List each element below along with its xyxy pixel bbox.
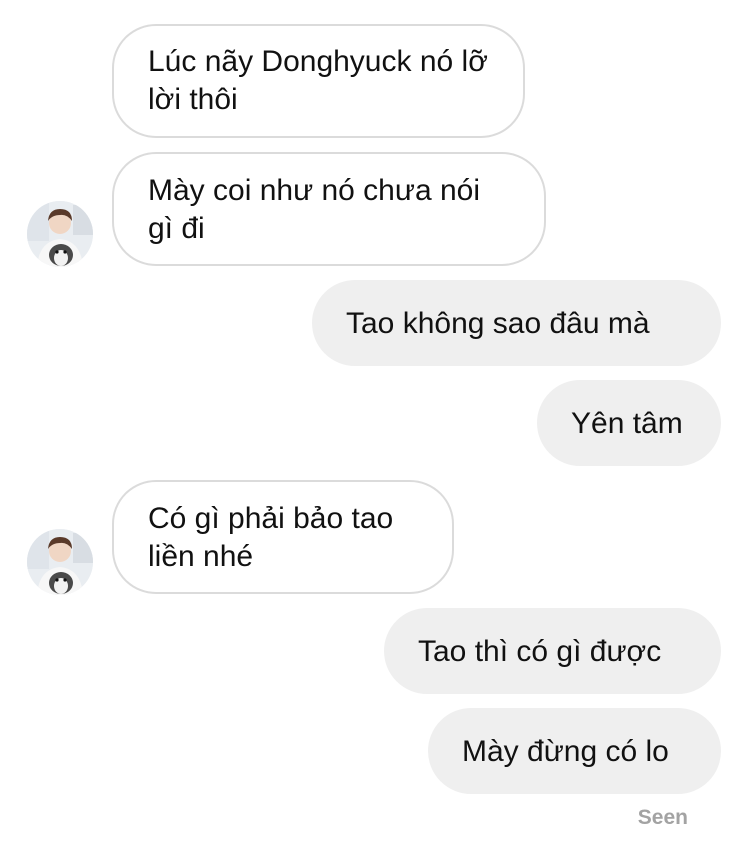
message-text: Mày coi như nó chưa nói gì đi bbox=[148, 174, 481, 245]
message-text: Yên tâm bbox=[571, 407, 683, 440]
contact-avatar[interactable] bbox=[27, 201, 93, 267]
avatar-image bbox=[27, 201, 93, 267]
avatar-image bbox=[27, 529, 93, 595]
message-text: Có gì phải bảo tao liền nhé bbox=[148, 502, 394, 573]
outgoing-message[interactable]: Yên tâm bbox=[537, 380, 721, 466]
message-text: Lúc nãy Donghyuck nó lỡ lời thôi bbox=[148, 45, 488, 116]
incoming-message[interactable]: Lúc nãy Donghyuck nó lỡ lời thôi bbox=[112, 24, 525, 138]
outgoing-message[interactable]: Mày đừng có lo bbox=[428, 708, 721, 794]
outgoing-message[interactable]: Tao không sao đâu mà bbox=[312, 280, 721, 366]
message-text: Mày đừng có lo bbox=[462, 735, 669, 768]
seen-indicator: Seen bbox=[637, 806, 688, 829]
incoming-message[interactable]: Có gì phải bảo tao liền nhé bbox=[112, 480, 454, 594]
contact-avatar[interactable] bbox=[27, 529, 93, 595]
message-text: Tao không sao đâu mà bbox=[346, 307, 650, 340]
outgoing-message[interactable]: Tao thì có gì được bbox=[384, 608, 721, 694]
incoming-message[interactable]: Mày coi như nó chưa nói gì đi bbox=[112, 152, 546, 266]
message-text: Tao thì có gì được bbox=[418, 635, 662, 668]
